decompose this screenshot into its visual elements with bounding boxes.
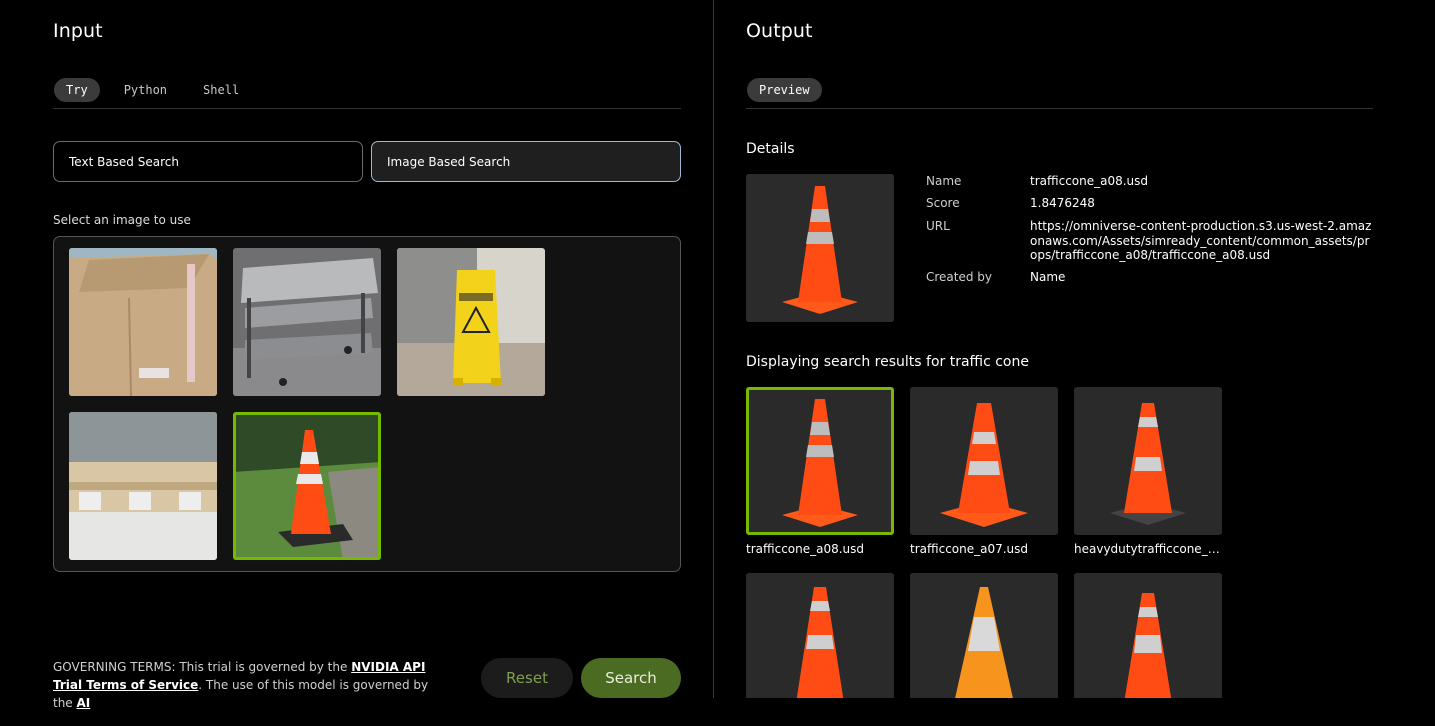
result-item[interactable]: trafficcone_a08.usd [746, 387, 894, 556]
result-image [746, 387, 894, 535]
input-title: Input [53, 20, 103, 42]
tabs-divider [53, 108, 681, 109]
name-value: trafficcone_a08.usd [1030, 174, 1149, 188]
result-caption: trafficcone_a07.usd [910, 542, 1029, 556]
image-option-cardboard-box[interactable] [69, 248, 217, 396]
output-tabs-divider [746, 108, 1373, 109]
output-title: Output [746, 20, 813, 42]
result-item[interactable] [1074, 573, 1222, 698]
score-value: 1.8476248 [1030, 196, 1095, 210]
terms-prefix: GOVERNING TERMS: This trial is governed … [53, 660, 352, 674]
input-panel: Input Try Python Shell Text Based Search… [0, 0, 713, 726]
output-panel: Output Preview Details Name trafficcone_… [714, 0, 1435, 698]
result-item[interactable] [910, 573, 1058, 698]
result-image [910, 573, 1058, 698]
name-label: Name [926, 174, 962, 188]
text-based-search-button[interactable]: Text Based Search [53, 141, 363, 182]
created-by-label: Created by [926, 270, 993, 284]
image-option-metal-cart[interactable] [233, 248, 381, 396]
reset-button[interactable]: Reset [481, 658, 573, 698]
output-tabs: Preview [747, 78, 822, 102]
tab-preview[interactable]: Preview [747, 78, 822, 102]
image-gallery [53, 236, 681, 572]
ai-terms-link[interactable]: AI [77, 696, 91, 710]
result-item[interactable]: trafficcone_a07.usd [910, 387, 1058, 556]
result-image [910, 387, 1058, 535]
url-label: URL [926, 219, 950, 233]
image-option-traffic-cone[interactable] [233, 412, 381, 560]
details-title: Details [746, 141, 795, 157]
url-value[interactable]: https://omniverse-content-production.s3.… [1030, 219, 1375, 263]
result-image [1074, 573, 1222, 698]
result-item[interactable]: heavydutytrafficcone_a... [1074, 387, 1222, 556]
result-item[interactable] [746, 573, 894, 698]
input-tabs: Try Python Shell [54, 78, 251, 102]
image-option-wooden-pallet[interactable] [69, 412, 217, 560]
select-image-label: Select an image to use [53, 213, 191, 227]
created-by-value: Name [1030, 270, 1066, 284]
governing-terms: GOVERNING TERMS: This trial is governed … [53, 658, 433, 712]
score-label: Score [926, 196, 960, 210]
image-based-search-button[interactable]: Image Based Search [371, 141, 681, 182]
tab-shell[interactable]: Shell [191, 78, 251, 102]
tab-python[interactable]: Python [112, 78, 179, 102]
result-caption: trafficcone_a08.usd [746, 542, 865, 556]
results-title: Displaying search results for traffic co… [746, 354, 1029, 370]
result-image [1074, 387, 1222, 535]
result-caption: heavydutytrafficcone_a... [1074, 542, 1222, 556]
tab-try[interactable]: Try [54, 78, 100, 102]
result-image [746, 573, 894, 698]
image-option-wet-floor-sign[interactable] [397, 248, 545, 396]
search-button[interactable]: Search [581, 658, 681, 698]
detail-preview-image [746, 174, 894, 322]
